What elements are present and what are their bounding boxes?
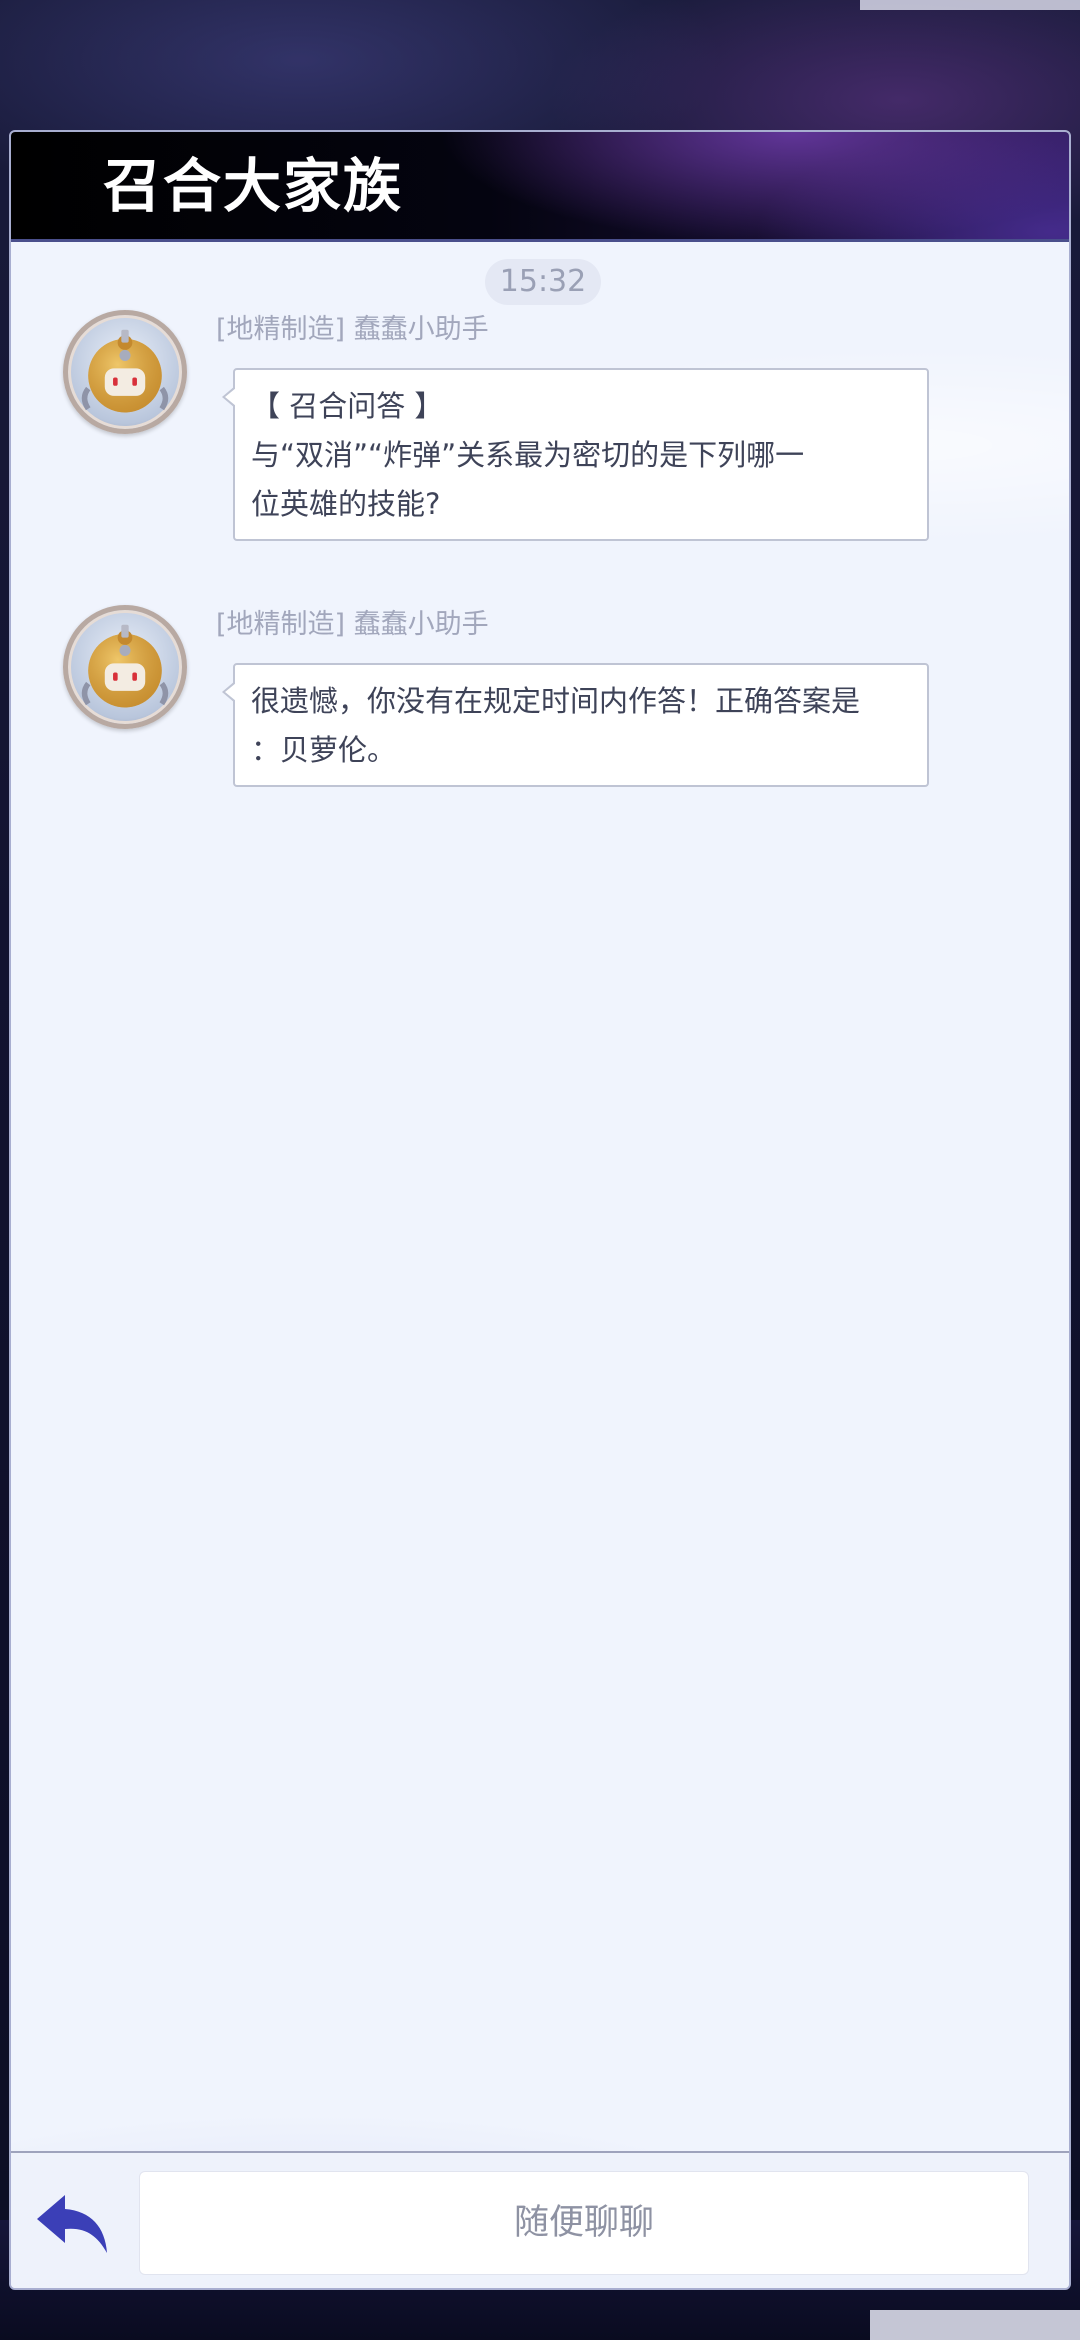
message-sender: [地精制造] 蠢蠢小助手 [216,314,489,345]
robot-avatar-icon[interactable] [63,605,187,729]
status-strip-top [860,0,1080,10]
status-strip-bottom [870,2310,1080,2340]
message-timestamp: 15:32 [485,259,601,305]
message-text-line: 与“双消”“炸弹”关系最为密切的是下列哪一 [251,438,805,472]
reply-arrow-icon[interactable] [31,2181,113,2263]
chat-dialog: 召合大家族 15:32 [地精制造] 蠢蠢小助手 【 召合问答 】 与“双消”“… [9,130,1071,2290]
chat-input[interactable] [139,2171,1029,2275]
message-text-line: 位英雄的技能? [251,487,441,521]
message-bubble[interactable]: 【 召合问答 】 与“双消”“炸弹”关系最为密切的是下列哪一 位英雄的技能? [222,368,929,541]
dialog-header: 召合大家族 [11,132,1069,242]
robot-avatar-icon[interactable] [63,310,187,434]
message-text-line: ：贝萝伦。 [251,733,397,767]
dialog-title: 召合大家族 [103,152,404,220]
message-text-line: 【 召合问答 】 [251,389,444,423]
message-sender: [地精制造] 蠢蠢小助手 [216,609,489,640]
chat-input-bar [11,2151,1069,2288]
chat-message-area[interactable]: 15:32 [地精制造] 蠢蠢小助手 【 召合问答 】 与“双消”“炸弹”关系最… [11,245,1069,2151]
message-text-line: 很遗憾，你没有在规定时间内作答！正确答案是 [251,684,861,718]
message-bubble[interactable]: 很遗憾，你没有在规定时间内作答！正确答案是 ：贝萝伦。 [222,663,929,787]
